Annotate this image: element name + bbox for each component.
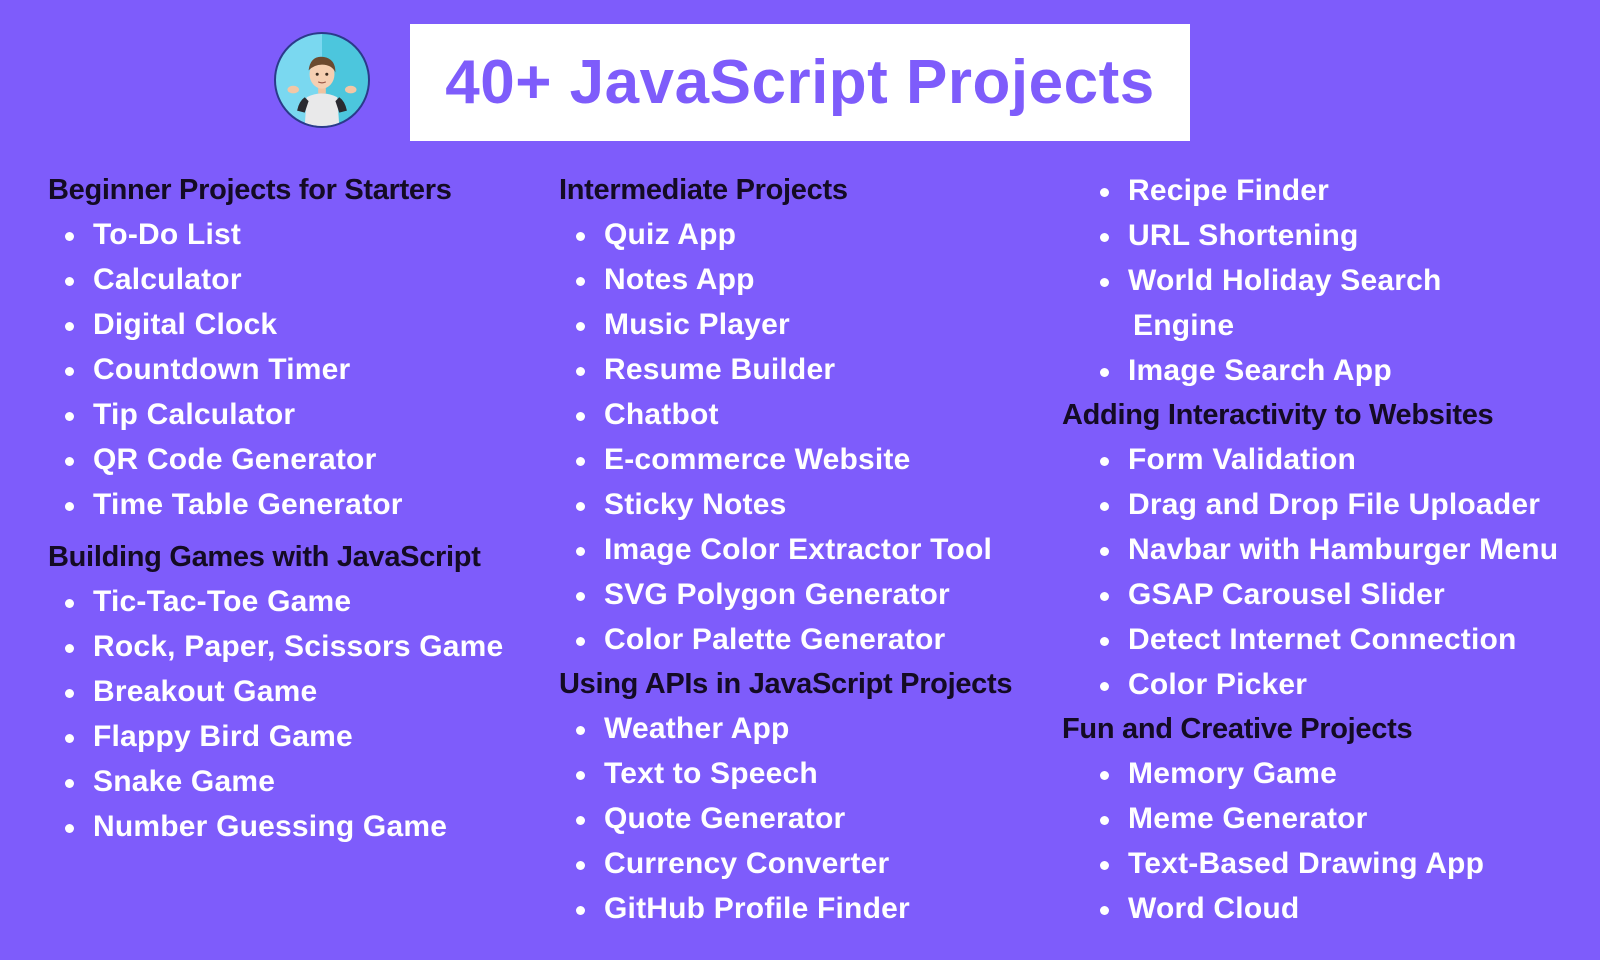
list-item: Detect Internet Connection: [1083, 617, 1558, 662]
list-item: Color Picker: [1083, 662, 1558, 707]
section-heading: Beginner Projects for Starters: [48, 174, 452, 206]
list-item: Digital Clock: [48, 302, 503, 347]
list-item: Flappy Bird Game: [48, 714, 503, 759]
list-item: Tic-Tac-Toe Game: [48, 579, 503, 624]
list-item: Weather App: [559, 706, 1012, 751]
section-heading: Adding Interactivity to Websites: [1062, 399, 1494, 431]
avatar: [274, 32, 370, 128]
section-apis: Using APIs in JavaScript Projects Weathe…: [559, 662, 1013, 931]
list-item: Tip Calculator: [48, 392, 503, 437]
list-item: Color Palette Generator: [559, 617, 1012, 662]
list-item: Calculator: [48, 257, 503, 302]
column-2: Intermediate Projects Quiz App Notes App…: [559, 168, 1013, 931]
list-item: Meme Generator: [1083, 796, 1558, 841]
section-heading: Intermediate Projects: [559, 174, 848, 206]
list-item: Resume Builder: [559, 347, 1012, 392]
project-list: Quiz App Notes App Music Player Resume B…: [559, 212, 1012, 662]
project-list-continued: Recipe Finder URL Shortening World Holid…: [1083, 168, 1558, 393]
list-item: Chatbot: [559, 392, 1012, 437]
project-list: Weather App Text to Speech Quote Generat…: [559, 706, 1012, 931]
list-item: Quote Generator: [559, 796, 1012, 841]
list-item: Image Color Extractor Tool: [559, 527, 1012, 572]
list-item: Memory Game: [1083, 751, 1558, 796]
list-item: URL Shortening: [1083, 213, 1558, 258]
section-heading: Using APIs in JavaScript Projects: [559, 668, 1013, 700]
section-intermediate: Intermediate Projects Quiz App Notes App…: [559, 168, 1012, 662]
list-item: Text to Speech: [559, 751, 1012, 796]
list-item: Form Validation: [1083, 437, 1558, 482]
list-item-text: World Holiday Search: [1128, 264, 1442, 297]
list-item: Currency Converter: [559, 841, 1012, 886]
project-list: To-Do List Calculator Digital Clock Coun…: [48, 212, 503, 527]
memoji-shrug-avatar-icon: [287, 56, 357, 126]
list-item: World Holiday Search Engine: [1083, 258, 1558, 348]
list-item: Sticky Notes: [559, 482, 1012, 527]
section-fun-creative: Fun and Creative Projects Memory Game Me…: [1062, 707, 1558, 931]
column-3: Recipe Finder URL Shortening World Holid…: [1062, 168, 1558, 931]
list-item: Image Search App: [1083, 348, 1558, 393]
list-item: E-commerce Website: [559, 437, 1012, 482]
column-1: Beginner Projects for Starters To-Do Lis…: [48, 168, 503, 857]
list-item: Quiz App: [559, 212, 1012, 257]
list-item: Rock, Paper, Scissors Game: [48, 624, 503, 669]
section-games: Building Games with JavaScript Tic-Tac-T…: [48, 535, 503, 849]
list-item: GitHub Profile Finder: [559, 886, 1012, 931]
list-item: SVG Polygon Generator: [559, 572, 1012, 617]
list-item: Music Player: [559, 302, 1012, 347]
list-item: QR Code Generator: [48, 437, 503, 482]
list-item: Snake Game: [48, 759, 503, 804]
list-item: Drag and Drop File Uploader: [1083, 482, 1558, 527]
list-item: Recipe Finder: [1083, 168, 1558, 213]
list-item: To-Do List: [48, 212, 503, 257]
list-item: Text-Based Drawing App: [1083, 841, 1558, 886]
list-item: Word Cloud: [1083, 886, 1558, 931]
list-item: Countdown Timer: [48, 347, 503, 392]
project-list: Tic-Tac-Toe Game Rock, Paper, Scissors G…: [48, 579, 503, 849]
page-title: 40+ JavaScript Projects: [445, 48, 1155, 117]
section-heading: Building Games with JavaScript: [48, 541, 481, 573]
list-item-wrap: Engine: [1133, 309, 1235, 342]
list-item: Number Guessing Game: [48, 804, 503, 849]
list-item: Notes App: [559, 257, 1012, 302]
list-item: Breakout Game: [48, 669, 503, 714]
section-heading: Fun and Creative Projects: [1062, 713, 1413, 745]
project-list: Memory Game Meme Generator Text-Based Dr…: [1083, 751, 1558, 931]
section-beginner: Beginner Projects for Starters To-Do Lis…: [48, 168, 503, 527]
title-banner: 40+ JavaScript Projects: [410, 24, 1190, 141]
project-list: Form Validation Drag and Drop File Uploa…: [1083, 437, 1558, 707]
list-item: GSAP Carousel Slider: [1083, 572, 1558, 617]
list-item: Navbar with Hamburger Menu: [1083, 527, 1558, 572]
section-interactivity: Adding Interactivity to Websites Form Va…: [1062, 393, 1558, 707]
list-item: Time Table Generator: [48, 482, 503, 527]
